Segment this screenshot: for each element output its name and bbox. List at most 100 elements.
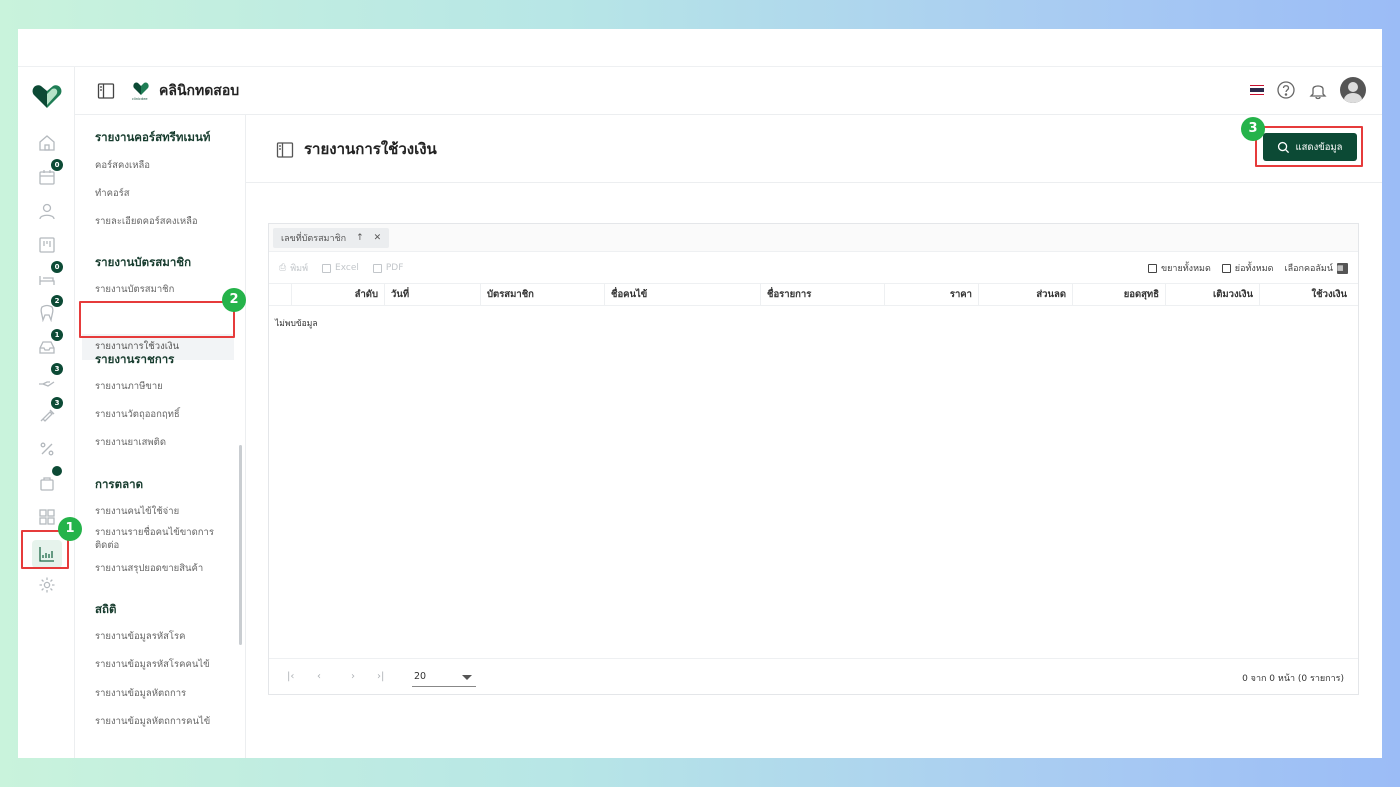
menu-item-disease-code[interactable]: รายงานข้อมูลรหัสโรค bbox=[95, 630, 185, 643]
icon-rail: 0 0 2 1 3 3 bbox=[18, 67, 75, 758]
home-icon[interactable] bbox=[36, 132, 58, 154]
help-icon[interactable] bbox=[1276, 80, 1296, 100]
rail-badge: 1 bbox=[51, 329, 63, 341]
panel-icon bbox=[276, 142, 294, 158]
menu-item-do-course[interactable]: ทำคอร์ส bbox=[95, 187, 130, 200]
gear-icon[interactable] bbox=[36, 574, 58, 596]
calendar-icon[interactable]: 0 bbox=[36, 159, 63, 188]
syringe-icon[interactable]: 3 bbox=[36, 397, 63, 426]
group-panel: เลขที่บัตรสมาชิก ↑ ✕ bbox=[269, 224, 1358, 252]
show-data-label: แสดงข้อมูล bbox=[1295, 141, 1343, 153]
menu-item-patient-procedure[interactable]: รายงานข้อมูลหัตถการคนไข้ bbox=[95, 715, 210, 728]
section-statistics: สถิติ bbox=[95, 602, 117, 616]
pager: |‹ ‹ › ›| 20 0 จาก 0 หน้า (0 รายการ) bbox=[269, 658, 1358, 694]
page-header: รายงานการใช้วงเงิน แสดงข้อมูล bbox=[246, 115, 1382, 183]
clinic-name: คลินิกทดสอบ bbox=[159, 82, 240, 99]
app-frame: 0 0 2 1 3 3 clinicdee คลินิกทดสอบ รายงาน… bbox=[18, 29, 1382, 758]
menu-item-patient-spending[interactable]: รายงานคนไข้ใช้จ่าย bbox=[95, 505, 179, 518]
page-title: รายงานการใช้วงเงิน bbox=[304, 140, 437, 158]
group-chip-label: เลขที่บัตรสมาชิก bbox=[281, 234, 347, 244]
bed-icon[interactable]: 0 bbox=[36, 261, 63, 290]
page-size-select[interactable]: 20 bbox=[412, 669, 476, 687]
notification-dot bbox=[52, 466, 62, 476]
group-chip[interactable]: เลขที่บัตรสมาชิก ↑ ✕ bbox=[273, 228, 390, 248]
group-indent-cell bbox=[269, 284, 291, 305]
menu-item-procedure[interactable]: รายงานข้อมูลหัตถการ bbox=[95, 687, 186, 700]
column-header[interactable]: ส่วนลด bbox=[978, 284, 1072, 305]
column-header[interactable]: เติมวงเงิน bbox=[1165, 284, 1259, 305]
last-page-icon[interactable]: ›| bbox=[377, 671, 384, 682]
submenu-scrollbar[interactable] bbox=[239, 445, 242, 645]
percent-icon[interactable] bbox=[36, 438, 58, 460]
step-marker-1: 1 bbox=[58, 517, 82, 541]
step-marker-3: 3 bbox=[1241, 117, 1265, 141]
menu-item-product-sales[interactable]: รายงานสรุปยอดขายสินค้า bbox=[95, 562, 203, 575]
table-header: ลำดับ วันที่ บัตรสมาชิก ชื่อคนไข้ ชื่อรา… bbox=[269, 283, 1358, 306]
show-data-button[interactable]: แสดงข้อมูล bbox=[1263, 133, 1357, 161]
top-strip bbox=[18, 29, 1382, 67]
rail-badge: 3 bbox=[51, 363, 63, 375]
expand-icon bbox=[1148, 263, 1157, 273]
main-content: รายงานการใช้วงเงิน แสดงข้อมูล เลขที่บัตร… bbox=[246, 115, 1382, 758]
rail-badge: 3 bbox=[51, 397, 63, 409]
column-header[interactable]: ลำดับ bbox=[291, 284, 384, 305]
board-icon[interactable] bbox=[36, 234, 58, 256]
menu-item-narcotics[interactable]: รายงานยาเสพติด bbox=[95, 436, 166, 449]
app-logo-icon[interactable] bbox=[32, 83, 62, 109]
sort-up-icon[interactable]: ↑ bbox=[356, 233, 364, 243]
excel-icon bbox=[322, 263, 332, 273]
grid-toolbar: ⎙ พิมพ์ Excel PDF ขยายทั้งหมด ย่อทั้งหมด … bbox=[269, 252, 1358, 283]
column-header[interactable]: ชื่อคนไข้ bbox=[604, 284, 760, 305]
thai-flag-icon[interactable] bbox=[1250, 84, 1264, 96]
top-header: clinicdee คลินิกทดสอบ bbox=[75, 67, 1382, 115]
page-info: 0 จาก 0 หน้า (0 รายการ) bbox=[1242, 674, 1344, 684]
bag-icon[interactable] bbox=[36, 466, 62, 494]
menu-item-lost-contact[interactable]: รายงานรายชื่อคนไข้ขาดการติดต่อ bbox=[95, 526, 220, 552]
column-header[interactable]: ราคา bbox=[884, 284, 978, 305]
avatar[interactable] bbox=[1340, 77, 1366, 103]
print-button[interactable]: ⎙ พิมพ์ bbox=[279, 261, 308, 275]
menu-item-sales-tax[interactable]: รายงานภาษีขาย bbox=[95, 380, 163, 393]
clinic-logo-icon: clinicdee bbox=[132, 81, 149, 101]
report-submenu: รายงานคอร์สทรีทเมนท์ คอร์สคงเหลือ ทำคอร์… bbox=[75, 115, 246, 758]
column-header[interactable]: บัตรสมาชิก bbox=[480, 284, 604, 305]
rail-badge: 0 bbox=[51, 159, 63, 171]
print-label: พิมพ์ bbox=[290, 264, 309, 274]
column-chooser-button[interactable]: เลือกคอลัมน์ ▦ bbox=[1285, 261, 1348, 275]
inbox-icon[interactable]: 1 bbox=[36, 329, 63, 358]
expand-all-button[interactable]: ขยายทั้งหมด bbox=[1148, 261, 1211, 275]
column-header[interactable]: ชื่อรายการ bbox=[760, 284, 884, 305]
menu-item-member-card[interactable]: รายงานบัตรสมาชิก bbox=[95, 283, 174, 296]
excel-button[interactable]: Excel bbox=[322, 261, 359, 275]
menu-item-patient-disease-code[interactable]: รายงานข้อมูลรหัสโรคคนไข้ bbox=[95, 658, 210, 671]
section-member-card-report: รายงานบัตรสมาชิก bbox=[95, 255, 192, 269]
column-header[interactable]: ยอดสุทธิ bbox=[1072, 284, 1165, 305]
data-grid: เลขที่บัตรสมาชิก ↑ ✕ ⎙ พิมพ์ Excel PDF ขย… bbox=[268, 223, 1359, 695]
rail-badge: 0 bbox=[51, 261, 63, 273]
collapse-all-button[interactable]: ย่อทั้งหมด bbox=[1221, 261, 1274, 275]
close-icon[interactable]: ✕ bbox=[374, 233, 382, 243]
first-page-icon[interactable]: |‹ bbox=[287, 671, 294, 682]
prev-page-icon[interactable]: ‹ bbox=[317, 671, 321, 682]
clinic-logo-caption: clinicdee bbox=[132, 97, 148, 101]
column-header[interactable]: ใช้วงเงิน bbox=[1259, 284, 1353, 305]
step-marker-2: 2 bbox=[222, 288, 246, 312]
pdf-button[interactable]: PDF bbox=[372, 261, 403, 275]
collapse-all-label: ย่อทั้งหมด bbox=[1234, 264, 1274, 274]
apps-icon[interactable] bbox=[36, 506, 58, 528]
bell-icon[interactable] bbox=[1308, 80, 1328, 100]
menu-item-psychotropic[interactable]: รายงานวัตถุออกฤทธิ์ bbox=[95, 408, 180, 421]
rail-badge: 2 bbox=[51, 295, 63, 307]
empty-message: ไม่พบข้อมูล bbox=[275, 319, 318, 329]
excel-label: Excel bbox=[335, 263, 359, 273]
menu-item-course-remaining[interactable]: คอร์สคงเหลือ bbox=[95, 159, 150, 172]
next-page-icon[interactable]: › bbox=[351, 671, 355, 682]
tooth-icon[interactable]: 2 bbox=[36, 295, 63, 324]
user-icon[interactable] bbox=[36, 200, 58, 222]
menu-item-course-remaining-detail[interactable]: รายละเอียดคอร์สคงเหลือ bbox=[95, 215, 198, 228]
column-header[interactable]: วันที่ bbox=[384, 284, 480, 305]
sidebar-toggle-icon[interactable] bbox=[97, 82, 115, 100]
column-chooser-label: เลือกคอลัมน์ bbox=[1284, 264, 1333, 274]
hand-icon[interactable]: 3 bbox=[36, 363, 63, 392]
report-chart-icon[interactable] bbox=[32, 540, 62, 568]
